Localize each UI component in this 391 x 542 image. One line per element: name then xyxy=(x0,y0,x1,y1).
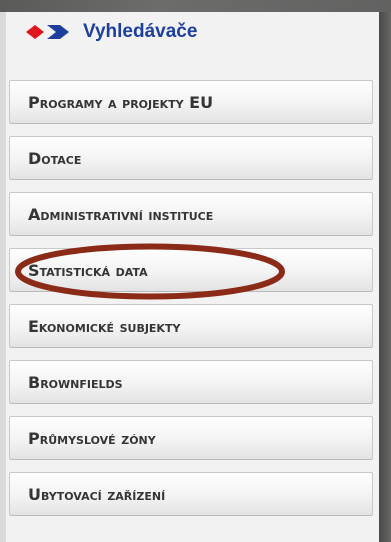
menu-item-label: Ekonomické subjekty xyxy=(28,316,181,336)
menu-item-prumyslove[interactable]: Průmyslové zóny xyxy=(9,416,373,460)
menu-item-programy[interactable]: Programy a projekty EU xyxy=(9,80,373,124)
panel-shadow xyxy=(379,12,391,542)
menu-item-dotace[interactable]: Dotace xyxy=(9,136,373,180)
panel-header: Vyhledávače xyxy=(6,14,197,50)
menu-item-ekonomicke[interactable]: Ekonomické subjekty xyxy=(9,304,373,348)
menu-item-label: Administrativní instituce xyxy=(28,204,214,224)
menu-item-statisticka[interactable]: Statistická data xyxy=(9,248,373,292)
menu-item-label: Ubytovací zařízení xyxy=(28,484,166,504)
menu-item-brownfields[interactable]: Brownfields xyxy=(9,360,373,404)
menu-item-label: Statistická data xyxy=(28,260,148,280)
menu-item-label: Průmyslové zóny xyxy=(28,428,156,448)
menu-item-ubytovaci[interactable]: Ubytovací zařízení xyxy=(9,472,373,516)
menu-item-administrativni[interactable]: Administrativní instituce xyxy=(9,192,373,236)
menu-item-label: Dotace xyxy=(28,148,82,168)
menu-item-label: Brownfields xyxy=(28,372,123,392)
menu-item-label: Programy a projekty EU xyxy=(28,92,214,112)
panel-title: Vyhledávače xyxy=(83,21,198,42)
arrow-diamond-icon xyxy=(6,21,84,43)
